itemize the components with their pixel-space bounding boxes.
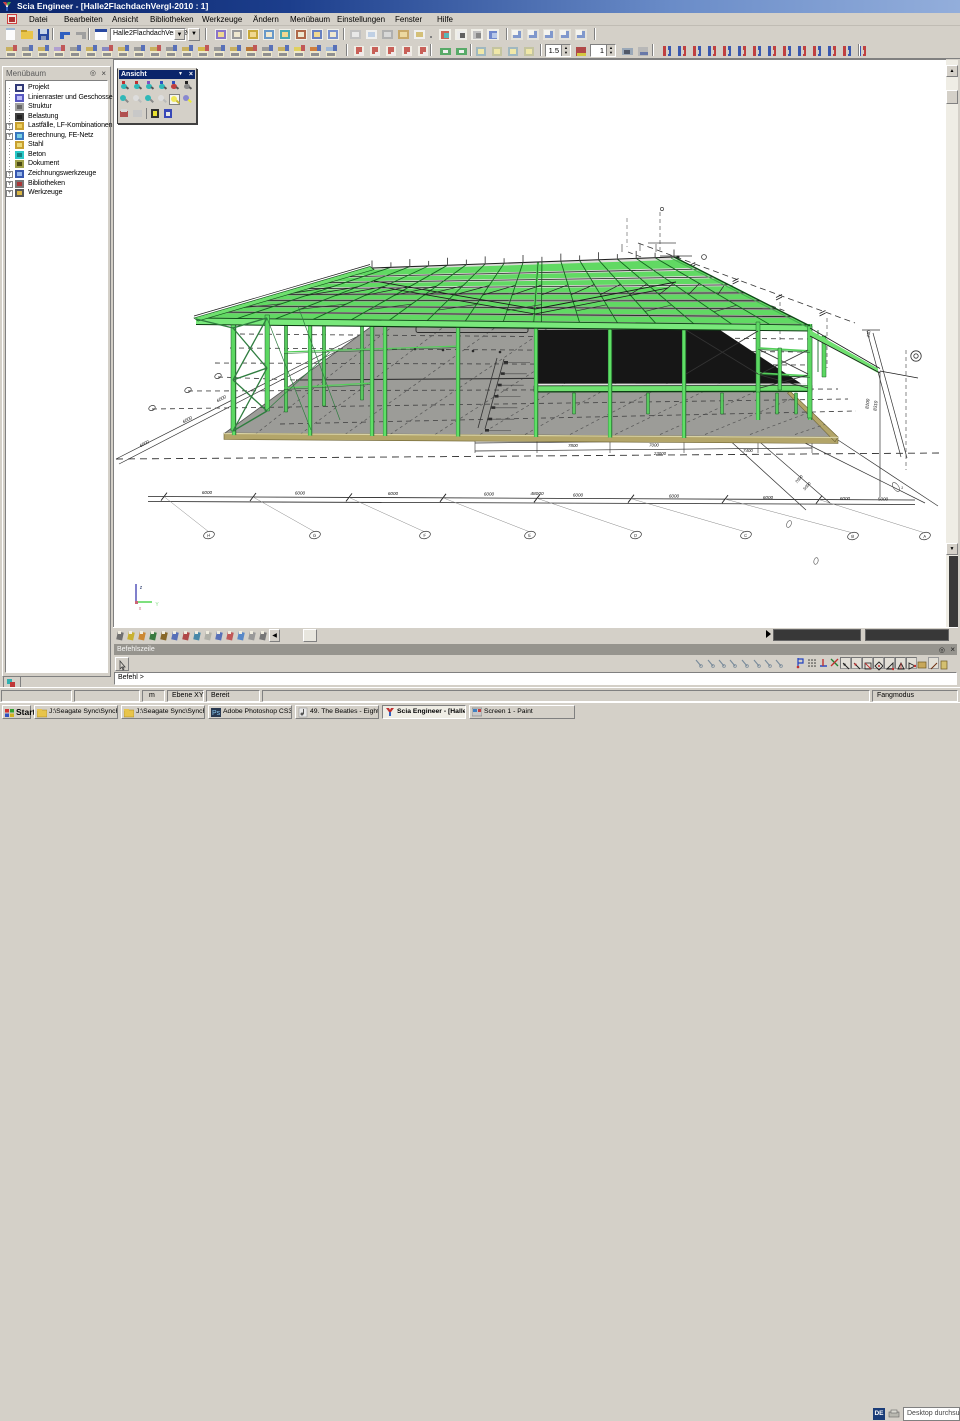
svg-text:6000: 6000	[763, 495, 774, 500]
svg-text:7000: 7000	[649, 443, 659, 448]
svg-text:23000: 23000	[653, 451, 667, 456]
svg-text:A: A	[922, 534, 927, 540]
svg-text:6000: 6000	[202, 490, 213, 495]
svg-text:D: D	[634, 533, 638, 539]
svg-text:Ps: Ps	[212, 710, 221, 717]
svg-text:6000: 6000	[139, 439, 151, 448]
svg-text:6000: 6000	[484, 492, 495, 497]
svg-text:6000: 6000	[669, 494, 680, 499]
svg-text:Y: Y	[155, 602, 159, 608]
svg-text:C: C	[744, 532, 749, 538]
svg-text:F: F	[423, 532, 427, 538]
svg-text:6000: 6000	[295, 491, 306, 496]
svg-text:8100: 8100	[864, 398, 870, 409]
svg-text:7000: 7000	[794, 473, 804, 484]
svg-text:5000: 5000	[878, 497, 889, 502]
svg-text:48000: 48000	[530, 491, 544, 497]
svg-text:6000: 6000	[388, 491, 399, 496]
svg-text:7400: 7400	[743, 448, 753, 453]
svg-text:6000: 6000	[216, 394, 228, 403]
svg-text:250: 250	[865, 329, 871, 338]
svg-text:6000: 6000	[840, 496, 851, 501]
svg-text:H: H	[207, 532, 212, 538]
svg-text:8310: 8310	[872, 400, 878, 411]
svg-text:G: G	[312, 532, 317, 538]
svg-text:B: B	[851, 534, 855, 540]
svg-text:E: E	[528, 533, 532, 539]
svg-text:z: z	[140, 585, 143, 591]
svg-text:7800: 7800	[568, 443, 578, 448]
svg-text:1: 1	[901, 486, 903, 490]
svg-text:x: x	[139, 606, 142, 612]
svg-text:6000: 6000	[573, 493, 584, 498]
